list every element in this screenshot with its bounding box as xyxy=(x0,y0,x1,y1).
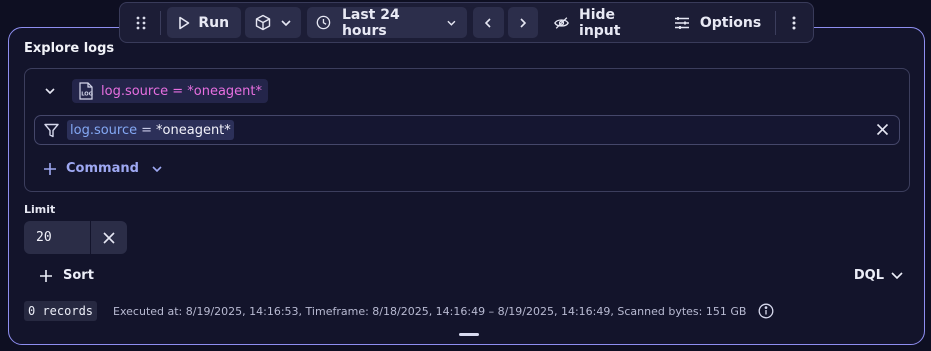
chevron-down-icon xyxy=(281,19,291,26)
options-button[interactable]: Options xyxy=(664,7,771,38)
sort-label: Sort xyxy=(63,268,94,283)
timeframe-label: Last 24 hours xyxy=(341,6,400,39)
status-bar: 0 records Executed at: 8/19/2025, 14:16:… xyxy=(24,301,774,321)
source-row: LOG log.source = *oneagent* xyxy=(45,79,269,103)
chevron-right-icon xyxy=(520,17,526,28)
filter-icon xyxy=(44,123,59,137)
panel-title: Explore logs xyxy=(24,41,115,56)
more-button[interactable] xyxy=(780,7,807,38)
collapse-chevron-icon[interactable] xyxy=(45,88,55,94)
add-command-label: Command xyxy=(66,161,139,176)
chevron-down-icon xyxy=(152,165,162,172)
dql-toggle-button[interactable]: DQL xyxy=(854,268,903,283)
source-chip[interactable]: LOG log.source = *oneagent* xyxy=(72,79,269,103)
drag-handle[interactable] xyxy=(126,7,156,38)
log-file-icon: LOG xyxy=(79,82,93,100)
filter-key: log.source xyxy=(70,122,138,138)
clear-filter-icon[interactable] xyxy=(876,123,889,136)
cube-icon xyxy=(255,14,271,31)
filter-value: *oneagent* xyxy=(156,122,231,138)
timeframe-previous-button[interactable] xyxy=(473,7,504,38)
run-label: Run xyxy=(198,14,230,31)
more-vertical-icon xyxy=(792,16,796,29)
plus-icon xyxy=(44,162,56,175)
query-toolbar: Run Last 24 hours Hide input Options xyxy=(119,2,814,43)
chevron-left-icon xyxy=(485,17,491,28)
hide-input-button[interactable]: Hide input xyxy=(542,6,660,39)
filter-input[interactable]: log.source = *oneagent* xyxy=(34,115,900,145)
limit-label: Limit xyxy=(24,203,56,216)
eye-off-icon xyxy=(554,16,569,29)
clear-limit-button[interactable] xyxy=(91,221,127,254)
execution-details: Executed at: 8/19/2025, 14:16:53, Timefr… xyxy=(113,304,747,318)
chevron-down-icon xyxy=(891,272,903,279)
toolbar-divider xyxy=(775,10,777,35)
query-builder: LOG log.source = *oneagent* log.source =… xyxy=(24,68,910,192)
play-icon xyxy=(179,16,190,29)
chevron-down-icon xyxy=(447,20,456,26)
add-command-button[interactable]: Command xyxy=(43,161,162,176)
add-sort-button[interactable]: Sort xyxy=(39,268,94,283)
close-icon xyxy=(103,231,115,244)
svg-text:LOG: LOG xyxy=(81,92,93,98)
timeframe-next-button[interactable] xyxy=(507,7,538,38)
limit-field: 20 xyxy=(24,221,127,254)
filter-operator: = xyxy=(141,122,153,138)
clock-icon xyxy=(316,15,331,30)
options-label: Options xyxy=(699,14,762,31)
timeframe-selector[interactable]: Last 24 hours xyxy=(307,6,468,39)
explore-logs-panel: Explore logs LOG log.source = *oneagent*… xyxy=(8,27,925,345)
drag-handle-icon xyxy=(136,16,146,29)
resize-handle[interactable] xyxy=(459,333,479,336)
dql-label: DQL xyxy=(853,268,884,283)
run-button[interactable]: Run xyxy=(167,7,242,38)
plus-icon xyxy=(40,269,52,282)
hide-input-label: Hide input xyxy=(579,6,621,39)
filter-token[interactable]: log.source = *oneagent* xyxy=(67,120,234,140)
source-chip-label: log.source = *oneagent* xyxy=(101,83,263,99)
limit-input[interactable]: 20 xyxy=(24,221,90,254)
sliders-icon xyxy=(674,16,689,29)
segment-select-button[interactable] xyxy=(245,7,302,38)
records-count-badge: 0 records xyxy=(24,301,98,321)
toolbar-divider xyxy=(160,10,162,35)
info-icon[interactable] xyxy=(758,303,774,319)
